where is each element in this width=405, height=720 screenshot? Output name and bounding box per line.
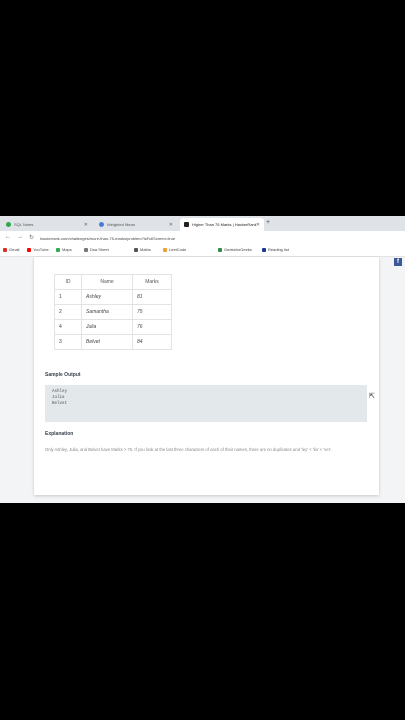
youtube-icon bbox=[27, 247, 31, 252]
bookmark-geeksforgeeks[interactable]: GeeksforGeeks bbox=[218, 247, 252, 252]
sample-output-heading: Sample Output bbox=[45, 372, 81, 378]
bookmark-youtube[interactable]: YouTube bbox=[27, 247, 49, 252]
navigation-bar: ← → ↻ hackerrank.com/challenges/more-tha… bbox=[0, 231, 405, 245]
bookmark-gmail[interactable]: Gmail bbox=[3, 247, 19, 252]
cell-id: 4 bbox=[54, 319, 82, 335]
close-icon[interactable]: ✕ bbox=[169, 222, 173, 228]
header-name: Name bbox=[81, 274, 133, 290]
header-marks: Marks bbox=[132, 274, 172, 290]
bookmark-label: GeeksforGeeks bbox=[224, 247, 252, 252]
bookmark-maps[interactable]: Maps bbox=[56, 247, 72, 252]
bookmark-label: Maths bbox=[140, 247, 151, 252]
mouse-cursor-icon: ⇱ bbox=[369, 393, 375, 400]
cell-marks: 84 bbox=[132, 334, 172, 350]
header-id: ID bbox=[54, 274, 82, 290]
bookmark-label: Maps bbox=[62, 247, 72, 252]
gmail-icon bbox=[3, 247, 7, 252]
cell-name: Belvet bbox=[81, 334, 133, 350]
address-bar[interactable]: hackerrank.com/challenges/more-than-75-m… bbox=[40, 234, 340, 242]
close-icon[interactable]: ✕ bbox=[84, 222, 88, 228]
gfg-icon bbox=[218, 247, 222, 252]
maps-icon bbox=[56, 247, 60, 252]
bookmark-label: Dsa Sheet bbox=[90, 247, 109, 252]
tab-favicon-icon bbox=[99, 222, 104, 227]
tab-hackerrank[interactable]: Higher Than 75 Marks | HackerRank ✕ bbox=[180, 218, 264, 231]
close-icon[interactable]: ✕ bbox=[256, 222, 260, 228]
cell-name: Julia bbox=[81, 319, 133, 335]
browser-window: SQL Notes ✕ Weighted Mean ✕ Higher Than … bbox=[0, 216, 405, 503]
bookmark-label: YouTube bbox=[33, 247, 49, 252]
tab-sql-notes[interactable]: SQL Notes ✕ bbox=[2, 218, 92, 231]
page-content: f ID Name Marks 1 Ashley 81 2 Samantha 7… bbox=[0, 257, 405, 503]
table-row: 1 Ashley 81 bbox=[54, 289, 172, 305]
output-line: Julia bbox=[52, 396, 65, 400]
new-tab-button[interactable]: + bbox=[266, 219, 270, 226]
hackerrank-favicon-icon bbox=[184, 222, 189, 227]
bookmark-label: LeetCode bbox=[169, 247, 187, 252]
facebook-icon[interactable]: f bbox=[394, 258, 402, 266]
output-line: Ashley bbox=[52, 390, 68, 394]
tab-weighted-mean[interactable]: Weighted Mean ✕ bbox=[95, 218, 177, 231]
bookmark-dsa-sheet[interactable]: Dsa Sheet bbox=[84, 247, 109, 252]
bookmark-label: Reading list bbox=[268, 247, 289, 252]
sample-input-table: ID Name Marks 1 Ashley 81 2 Samantha 75 … bbox=[54, 274, 172, 350]
cell-name: Ashley bbox=[81, 289, 133, 305]
bookmark-leetcode[interactable]: LeetCode bbox=[163, 247, 186, 252]
cell-name: Samantha bbox=[81, 304, 133, 320]
bookmark-label: Gmail bbox=[9, 247, 20, 252]
reading-list-icon bbox=[262, 247, 266, 252]
table-row: 2 Samantha 75 bbox=[54, 304, 172, 320]
bookmark-reading-list[interactable]: Reading list bbox=[262, 247, 289, 252]
bookmark-icon bbox=[84, 247, 88, 252]
explanation-text: Only Ashley, Julia, and Belvet have Mark… bbox=[45, 447, 332, 452]
table-row: 4 Julia 76 bbox=[54, 319, 172, 335]
cell-marks: 81 bbox=[132, 289, 172, 305]
forward-icon[interactable]: → bbox=[17, 234, 23, 240]
cell-marks: 76 bbox=[132, 319, 172, 335]
tab-favicon-icon bbox=[6, 222, 11, 227]
explanation-heading: Explanation bbox=[45, 431, 74, 437]
cell-id: 2 bbox=[54, 304, 82, 320]
table-header-row: ID Name Marks bbox=[54, 274, 172, 290]
problem-card: ID Name Marks 1 Ashley 81 2 Samantha 75 … bbox=[34, 257, 379, 495]
tab-label: SQL Notes bbox=[14, 222, 34, 227]
cell-id: 1 bbox=[54, 289, 82, 305]
cell-id: 3 bbox=[54, 334, 82, 350]
bookmark-maths[interactable]: Maths bbox=[134, 247, 151, 252]
reload-icon[interactable]: ↻ bbox=[29, 234, 34, 241]
url-text: hackerrank.com/challenges/more-than-75-m… bbox=[40, 235, 176, 241]
bookmark-icon bbox=[134, 247, 138, 252]
table-row: 3 Belvet 84 bbox=[54, 334, 172, 350]
back-icon[interactable]: ← bbox=[5, 234, 11, 240]
leetcode-icon bbox=[163, 247, 167, 252]
cell-marks: 75 bbox=[132, 304, 172, 320]
tab-strip: SQL Notes ✕ Weighted Mean ✕ Higher Than … bbox=[0, 216, 405, 231]
output-line: Belvet bbox=[52, 402, 68, 406]
tab-label: Higher Than 75 Marks | HackerRank bbox=[192, 222, 256, 227]
tab-label: Weighted Mean bbox=[107, 222, 135, 227]
bookmarks-bar: Gmail YouTube Maps Dsa Sheet Maths LeetC… bbox=[0, 245, 405, 257]
sample-output-code: Ashley Julia Belvet bbox=[45, 385, 367, 422]
